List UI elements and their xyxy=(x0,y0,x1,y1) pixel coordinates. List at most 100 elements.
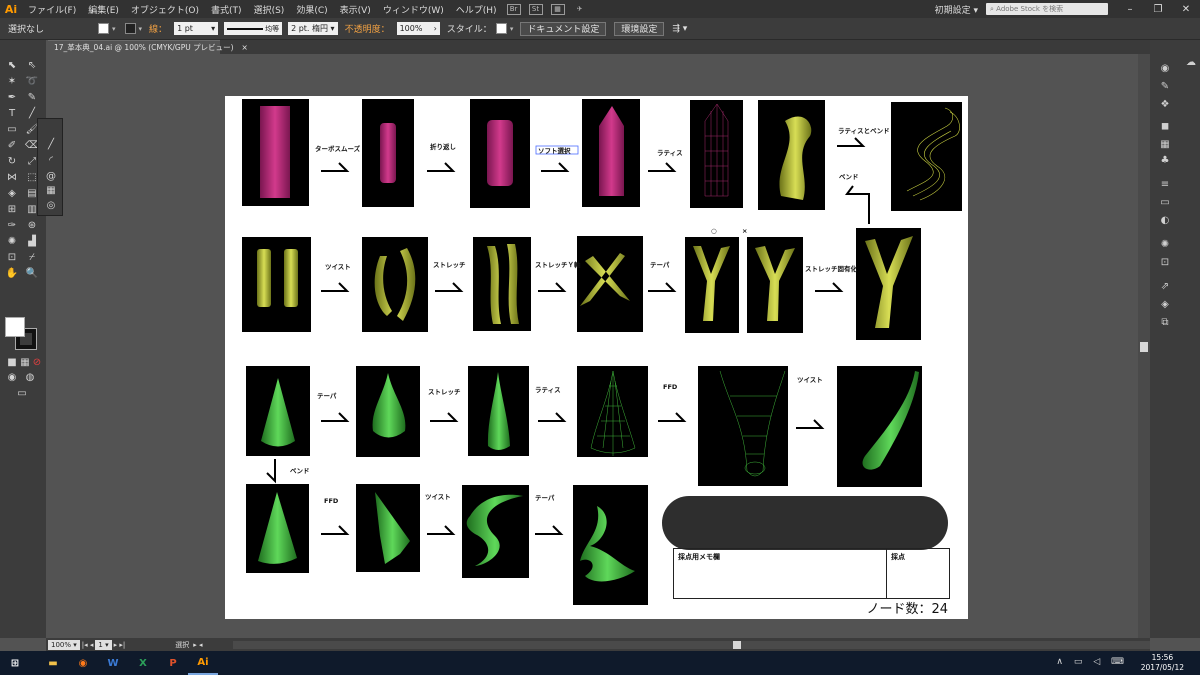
eyedropper-tool-icon[interactable]: ✑ xyxy=(4,218,20,232)
brush-select[interactable]: 2 pt. 楕円 ▾ xyxy=(288,22,338,35)
arc-tool-icon[interactable]: ◜ xyxy=(43,153,59,167)
chevron-down-icon[interactable]: ▾ xyxy=(139,25,143,33)
graph-tool-icon[interactable]: ▟ xyxy=(24,234,40,248)
artboard-tool-icon[interactable]: ⊡ xyxy=(4,250,20,264)
stroke-profile-select[interactable]: 均等 xyxy=(224,22,283,35)
artboards-icon[interactable]: ⊡ xyxy=(1158,256,1172,268)
zoom-tool-icon[interactable]: 🔍 xyxy=(24,266,40,280)
curvature-tool-icon[interactable]: ✎ xyxy=(24,90,40,104)
menu-view[interactable]: 表示(V) xyxy=(334,3,377,16)
mesh-tool-icon[interactable]: ⊞ xyxy=(4,202,20,216)
stroke-label[interactable]: 線： xyxy=(149,22,167,35)
scroll-thumb[interactable] xyxy=(732,640,741,649)
document-settings-button[interactable]: ドキュメント設定 xyxy=(520,21,607,36)
workspace-switcher[interactable]: 初期設定 ▾ xyxy=(935,3,978,16)
system-tray-icons[interactable]: ∧ ▭ ◁ ⌨ xyxy=(1056,657,1128,667)
swatches-icon[interactable]: ▦ xyxy=(1158,138,1172,150)
stock-search-input[interactable]: ⌕ Adobe Stock を検索 xyxy=(986,3,1108,15)
stroke-icon[interactable]: ≡ xyxy=(1158,178,1172,190)
lasso-tool-icon[interactable]: ➰ xyxy=(24,74,40,88)
status-menu-icon[interactable]: ▸ ◂ xyxy=(193,641,202,649)
blend-tool-icon[interactable]: ⊛ xyxy=(24,218,40,232)
screen-mode-icon[interactable]: ▭ xyxy=(14,386,30,400)
menu-edit[interactable]: 編集(E) xyxy=(82,3,125,16)
scroll-thumb[interactable] xyxy=(1140,342,1148,352)
slice-tool-icon[interactable]: ⌿ xyxy=(24,250,40,264)
fill-color-swatch[interactable] xyxy=(98,23,110,34)
close-window-button[interactable]: ✕ xyxy=(1172,4,1200,15)
rectangle-tool-icon[interactable]: ▭ xyxy=(4,122,20,136)
opacity-label[interactable]: 不透明度： xyxy=(345,22,390,35)
stock-icon[interactable]: St xyxy=(528,3,543,15)
close-tab-icon[interactable]: × xyxy=(242,43,248,52)
menu-select[interactable]: 選択(S) xyxy=(248,3,291,16)
shaper-tool-icon[interactable]: ✐ xyxy=(4,138,20,152)
stroke-color-swatch[interactable] xyxy=(124,23,136,34)
pen-tool-icon[interactable]: ✒ xyxy=(4,90,20,104)
club-icon[interactable]: ♣ xyxy=(1158,154,1172,166)
word-icon[interactable]: W xyxy=(98,651,128,675)
draw-mode-icon[interactable]: ◉ xyxy=(4,370,20,384)
illustrator-taskbar-icon[interactable]: Ai xyxy=(188,651,218,675)
firefox-icon[interactable]: ◉ xyxy=(68,651,98,675)
gpu-performance-icon[interactable]: ✈ xyxy=(573,4,587,15)
menu-window[interactable]: ウィンドウ(W) xyxy=(377,3,450,16)
menu-help[interactable]: ヘルプ(H) xyxy=(450,3,503,16)
windows-start-icon[interactable]: ⊞ xyxy=(0,651,30,675)
magic-wand-icon[interactable]: ✶ xyxy=(4,74,20,88)
cc-libraries-icon[interactable]: ☁ xyxy=(1184,56,1198,68)
rotate-tool-icon[interactable]: ↻ xyxy=(4,154,20,168)
chevron-down-icon[interactable]: ▾ xyxy=(510,25,514,33)
line-segment-icon[interactable]: ╱ xyxy=(43,137,59,151)
menu-object[interactable]: オブジェクト(O) xyxy=(125,3,205,16)
image-trace-icon[interactable]: ✺ xyxy=(1158,238,1172,250)
artboard[interactable]: ターボスムーズ 折り返し ソフト選択 ラティス ラティスとベンド ベンド ツイス… xyxy=(225,96,968,619)
none-mode-icon[interactable]: ⊘ xyxy=(29,355,45,369)
prev-artboard-icon[interactable]: |◂ ◂ xyxy=(82,641,94,649)
links-icon[interactable]: ⧉ xyxy=(1158,316,1172,328)
spiral-tool-icon[interactable]: @ xyxy=(43,169,59,183)
powerpoint-icon[interactable]: P xyxy=(158,651,188,675)
transparency-icon[interactable]: ◐ xyxy=(1158,214,1172,226)
document-tab[interactable]: 17_革本典_04.ai @ 100% (CMYK/GPU プレビュー) × xyxy=(48,40,248,54)
appearance-icon[interactable]: ◉ xyxy=(1158,62,1172,74)
arrange-documents-icon[interactable]: ▦ xyxy=(550,3,565,15)
gradient-icon[interactable]: ▭ xyxy=(1158,196,1172,208)
direct-selection-tool-icon[interactable]: ⇖ xyxy=(24,58,40,72)
color-icon[interactable]: ◼ xyxy=(1158,120,1172,132)
arrange-icon[interactable]: ⇶ ▾ xyxy=(672,24,687,34)
shape-builder-tool-icon[interactable]: ◈ xyxy=(4,186,20,200)
graphic-style-swatch[interactable] xyxy=(495,23,507,34)
export-icon[interactable]: ⇗ xyxy=(1158,280,1172,292)
vertical-scrollbar[interactable] xyxy=(1138,54,1150,638)
opacity-field[interactable]: 100% › xyxy=(396,22,440,35)
horizontal-scrollbar[interactable] xyxy=(232,640,1150,649)
chevron-down-icon[interactable]: ▾ xyxy=(112,25,116,33)
symbol-sprayer-tool-icon[interactable]: ✺ xyxy=(4,234,20,248)
brushes-icon[interactable]: ✎ xyxy=(1158,80,1172,92)
layers-icon[interactable]: ◈ xyxy=(1158,298,1172,310)
symbols-icon[interactable]: ❖ xyxy=(1158,98,1172,110)
fill-swatch[interactable] xyxy=(5,317,25,337)
menu-file[interactable]: ファイル(F) xyxy=(22,3,82,16)
rectangular-grid-icon[interactable]: ▦ xyxy=(43,183,59,197)
width-tool-icon[interactable]: ⋈ xyxy=(4,170,20,184)
artboard-number-field[interactable]: 1 ▾ xyxy=(95,639,112,650)
menu-type[interactable]: 書式(T) xyxy=(205,3,248,16)
zoom-field[interactable]: 100% ▾ xyxy=(48,639,80,650)
next-artboard-icon[interactable]: ▸ ▸| xyxy=(114,641,126,649)
file-explorer-icon[interactable]: ▬ xyxy=(38,651,68,675)
draw-inside-icon[interactable]: ◍ xyxy=(22,370,38,384)
hand-tool-icon[interactable]: ✋ xyxy=(4,266,20,280)
stroke-weight-field[interactable]: 1 pt ▾ xyxy=(174,22,219,35)
clock[interactable]: 15:56 2017/05/12 xyxy=(1141,653,1184,673)
excel-icon[interactable]: X xyxy=(128,651,158,675)
selection-tool-icon[interactable]: ⬉ xyxy=(4,58,20,72)
preferences-button[interactable]: 環境設定 xyxy=(614,21,665,36)
polar-grid-icon[interactable]: ◎ xyxy=(43,198,59,212)
maximize-button[interactable]: ❐ xyxy=(1144,4,1172,15)
bridge-icon[interactable]: Br xyxy=(506,3,521,15)
type-tool-icon[interactable]: T xyxy=(4,106,20,120)
minimize-button[interactable]: – xyxy=(1116,4,1144,15)
menu-effect[interactable]: 効果(C) xyxy=(290,3,333,16)
